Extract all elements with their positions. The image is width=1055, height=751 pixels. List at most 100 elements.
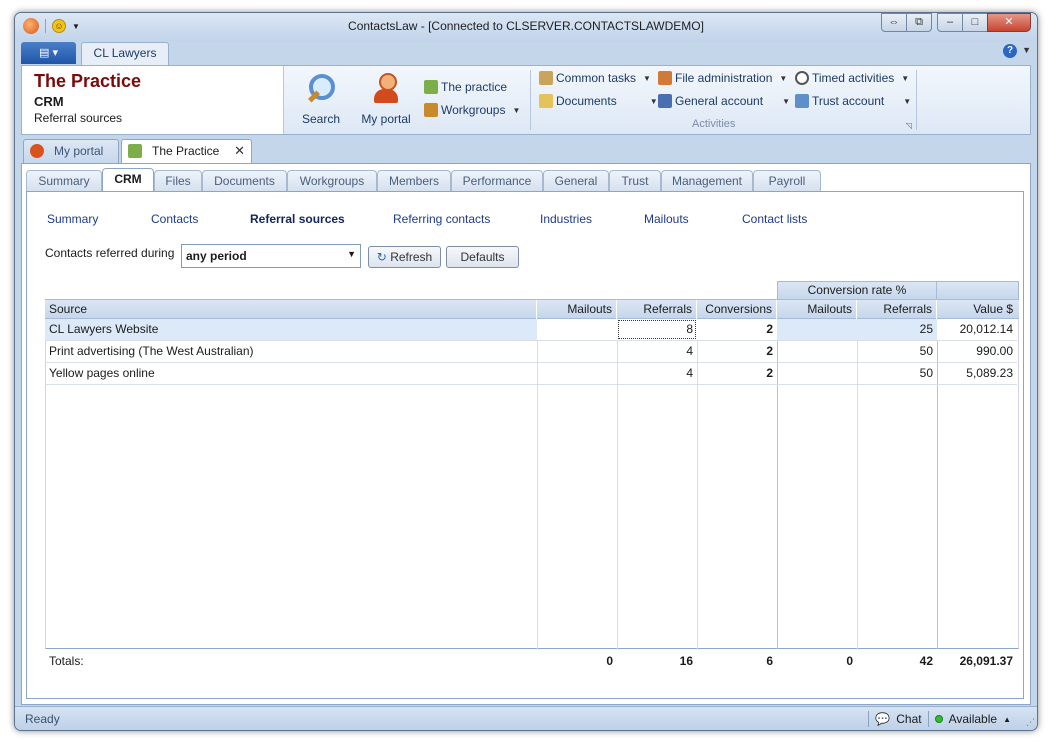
conversion-rate-group-header: Conversion rate % bbox=[777, 281, 937, 300]
page-area: Summary CRM Files Documents Workgroups M… bbox=[21, 163, 1031, 705]
tab-members[interactable]: Members bbox=[377, 170, 451, 192]
subnav-contact-lists[interactable]: Contact lists bbox=[742, 212, 807, 226]
tab-payroll[interactable]: Payroll bbox=[753, 170, 821, 192]
timed-activities-label: Timed activities bbox=[812, 71, 895, 85]
common-tasks-button[interactable]: Common tasks ▼ bbox=[539, 71, 651, 85]
app-window: ☺ ▼ ContactsLaw - [Connected to CLSERVER… bbox=[14, 12, 1038, 731]
documents-label: Documents bbox=[556, 94, 617, 108]
col-mailouts[interactable]: Mailouts bbox=[537, 300, 617, 319]
chevron-down-icon: ▼ bbox=[512, 105, 521, 115]
refresh-label: Refresh bbox=[390, 250, 433, 264]
detach-button[interactable]: ⧉ bbox=[906, 13, 932, 32]
total-referrals: 16 bbox=[679, 654, 693, 668]
ledger-icon bbox=[658, 94, 672, 108]
divider bbox=[916, 70, 917, 130]
tab-files[interactable]: Files bbox=[154, 170, 202, 192]
divider bbox=[530, 70, 531, 130]
documents-button[interactable]: Documents ▼ bbox=[539, 94, 658, 108]
tab-management[interactable]: Management bbox=[661, 170, 753, 192]
page-tabs: Summary CRM Files Documents Workgroups M… bbox=[24, 168, 1030, 192]
workgroups-icon bbox=[424, 103, 438, 117]
ribbon-tab-row: ▤ ▾ CL Lawyers ? ▼ bbox=[21, 42, 1031, 65]
chevron-up-icon[interactable]: ▲ bbox=[1003, 715, 1011, 724]
referral-sources-grid: Conversion rate % Source Mailouts Referr… bbox=[45, 281, 1019, 688]
tab-crm[interactable]: CRM bbox=[102, 168, 154, 192]
general-account-button[interactable]: General account ▼ bbox=[658, 94, 790, 108]
refresh-button[interactable]: ↻ Refresh bbox=[368, 246, 441, 268]
cell-value: 5,089.23 bbox=[966, 366, 1013, 380]
context-section: CRM bbox=[34, 94, 64, 109]
tab-documents[interactable]: Documents bbox=[202, 170, 287, 192]
workgroups-button[interactable]: Workgroups ▼ bbox=[424, 103, 520, 117]
minimize-button[interactable]: – bbox=[937, 13, 963, 32]
subnav-industries[interactable]: Industries bbox=[540, 212, 592, 226]
col-value[interactable]: Value $ bbox=[937, 300, 1017, 319]
doc-tab-my-portal[interactable]: My portal bbox=[23, 139, 119, 163]
handshake-icon bbox=[424, 80, 438, 94]
close-button[interactable]: ✕ bbox=[987, 13, 1031, 32]
table-row[interactable]: CL Lawyers Website 8 2 25 20,012.14 bbox=[45, 319, 1017, 341]
the-practice-label: The practice bbox=[441, 80, 508, 94]
table-row[interactable]: Print advertising (The West Australian) … bbox=[45, 341, 1017, 363]
ribbon-tab-cl-lawyers[interactable]: CL Lawyers bbox=[81, 42, 169, 65]
col-conv-referrals[interactable]: Referrals bbox=[857, 300, 937, 319]
help-dropdown-icon[interactable]: ▼ bbox=[1022, 45, 1031, 55]
col-conversions[interactable]: Conversions bbox=[697, 300, 777, 319]
chat-button[interactable]: Chat bbox=[896, 712, 921, 726]
chevron-down-icon: ▼ bbox=[901, 73, 910, 83]
dialog-launcher-icon[interactable]: ◹ bbox=[906, 121, 912, 130]
cell-conversions: 2 bbox=[766, 366, 773, 380]
subnav-referral-sources[interactable]: Referral sources bbox=[250, 212, 345, 226]
col-conv-mailouts[interactable]: Mailouts bbox=[777, 300, 857, 319]
restore-pane-button[interactable]: ⇔ bbox=[881, 13, 907, 32]
doc-tab-label: The Practice bbox=[152, 144, 220, 158]
subnav-referring-contacts[interactable]: Referring contacts bbox=[393, 212, 490, 226]
defaults-button[interactable]: Defaults bbox=[446, 246, 519, 268]
tab-performance[interactable]: Performance bbox=[451, 170, 543, 192]
subnav-mailouts[interactable]: Mailouts bbox=[644, 212, 689, 226]
application-menu-button[interactable]: ▤ ▾ bbox=[21, 42, 76, 64]
search-button[interactable]: Search bbox=[296, 72, 346, 126]
person-icon bbox=[658, 71, 672, 85]
document-tabs: My portal The Practice ✕ bbox=[21, 138, 1031, 164]
cell-conversions: 2 bbox=[766, 344, 773, 358]
my-portal-label: My portal bbox=[361, 112, 411, 126]
tab-trust[interactable]: Trust bbox=[609, 170, 661, 192]
col-source[interactable]: Source bbox=[45, 300, 537, 319]
cell-conv-mailouts bbox=[777, 363, 857, 384]
my-portal-button[interactable]: My portal bbox=[356, 72, 416, 126]
subnav-contacts[interactable]: Contacts bbox=[151, 212, 198, 226]
doc-tab-the-practice[interactable]: The Practice ✕ bbox=[121, 139, 252, 164]
cell-referrals: 4 bbox=[686, 366, 693, 380]
crm-panel: Summary Contacts Referral sources Referr… bbox=[26, 191, 1024, 699]
maximize-button[interactable]: □ bbox=[962, 13, 988, 32]
cell-referrals[interactable]: 8 bbox=[617, 319, 697, 340]
chevron-down-icon: ▼ bbox=[782, 96, 790, 106]
resize-grip-icon[interactable]: ⋰ bbox=[1026, 717, 1035, 728]
divider bbox=[868, 711, 870, 727]
cell-mailouts bbox=[537, 341, 617, 362]
presence-status[interactable]: Available bbox=[949, 712, 997, 726]
help-icon[interactable]: ? bbox=[1003, 44, 1017, 58]
cell-value: 990.00 bbox=[976, 344, 1013, 358]
trust-account-label: Trust account bbox=[812, 94, 885, 108]
subnav-summary[interactable]: Summary bbox=[47, 212, 98, 226]
tab-general[interactable]: General bbox=[543, 170, 609, 192]
cell-source: CL Lawyers Website bbox=[49, 322, 159, 336]
timed-activities-button[interactable]: Timed activities ▼ bbox=[795, 71, 909, 85]
totals-label: Totals: bbox=[49, 654, 84, 668]
close-tab-icon[interactable]: ✕ bbox=[234, 140, 245, 162]
cell-mailouts bbox=[537, 363, 617, 384]
the-practice-button[interactable]: The practice bbox=[424, 80, 507, 94]
trust-account-button[interactable]: Trust account ▼ bbox=[795, 94, 911, 108]
col-referrals[interactable]: Referrals bbox=[617, 300, 697, 319]
chevron-down-icon: ▼ bbox=[347, 249, 356, 259]
doc-tab-label: My portal bbox=[54, 144, 104, 158]
file-administration-button[interactable]: File administration ▼ bbox=[658, 71, 787, 85]
period-select[interactable]: any period ▼ bbox=[181, 244, 361, 268]
total-conv-mailouts: 0 bbox=[846, 654, 853, 668]
tab-summary[interactable]: Summary bbox=[26, 170, 102, 192]
tab-workgroups[interactable]: Workgroups bbox=[287, 170, 377, 192]
table-row[interactable]: Yellow pages online 4 2 50 5,089.23 bbox=[45, 363, 1017, 385]
cell-referrals: 4 bbox=[686, 344, 693, 358]
